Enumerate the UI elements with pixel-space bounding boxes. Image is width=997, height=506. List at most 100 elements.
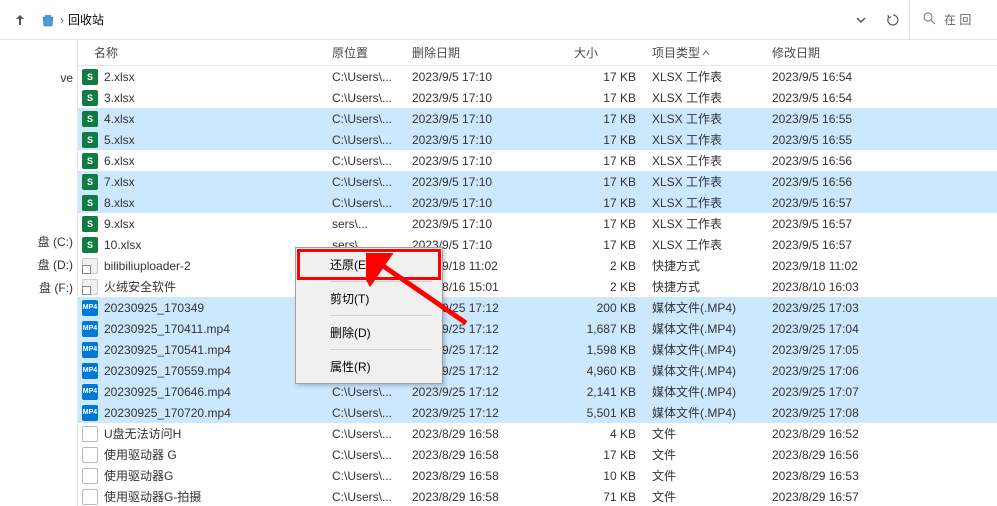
file-row[interactable]: S2.xlsxC:\Users\...2023/9/5 17:1017 KBXL… xyxy=(78,66,997,87)
xlsx-icon: S xyxy=(82,111,98,127)
file-orig: C:\Users\... xyxy=(324,196,404,210)
file-size: 4 KB xyxy=(566,427,644,441)
file-row[interactable]: S6.xlsxC:\Users\...2023/9/5 17:1017 KBXL… xyxy=(78,150,997,171)
xlsx-icon: S xyxy=(82,216,98,232)
column-headers: 名称 原位置 删除日期 大小 项目类型 修改日期 xyxy=(78,40,997,66)
menu-separator xyxy=(330,315,432,316)
file-row[interactable]: MP420230925_170541.mp4C:\Users\...2023/9… xyxy=(78,339,997,360)
xlsx-icon: S xyxy=(82,132,98,148)
mp4-icon: MP4 xyxy=(82,384,98,400)
file-row[interactable]: S9.xlsxsers\...2023/9/5 17:1017 KBXLSX 工… xyxy=(78,213,997,234)
file-modified: 2023/9/25 17:03 xyxy=(764,301,884,315)
file-row[interactable]: S5.xlsxC:\Users\...2023/9/5 17:1017 KBXL… xyxy=(78,129,997,150)
menu-separator xyxy=(330,349,432,350)
search-box[interactable]: 在 回 xyxy=(909,0,989,39)
file-name: 20230925_170349 xyxy=(104,301,204,315)
sidebar-item-drive-c[interactable]: 盘 (C:) xyxy=(0,230,77,253)
file-row[interactable]: 使用驱动器 GC:\Users\...2023/8/29 16:5817 KB文… xyxy=(78,444,997,465)
file-size: 4,960 KB xyxy=(566,364,644,378)
xlsx-icon: S xyxy=(82,153,98,169)
file-row[interactable]: S10.xlsxsers\...2023/9/5 17:1017 KBXLSX … xyxy=(78,234,997,255)
file-modified: 2023/9/18 11:02 xyxy=(764,259,884,273)
ctx-properties[interactable]: 属性(R) xyxy=(298,352,440,381)
lnk-icon xyxy=(82,279,98,295)
ctx-delete[interactable]: 删除(D) xyxy=(298,318,440,347)
header-name[interactable]: 名称 xyxy=(78,44,324,61)
header-original-location[interactable]: 原位置 xyxy=(324,44,404,61)
file-modified: 2023/9/5 16:55 xyxy=(764,112,884,126)
file-deleted: 2023/8/29 16:58 xyxy=(404,448,566,462)
context-menu: 还原(E) 剪切(T) 删除(D) 属性(R) xyxy=(295,247,443,384)
file-size: 5,501 KB xyxy=(566,406,644,420)
file-size: 1,598 KB xyxy=(566,343,644,357)
file-name: 20230925_170411.mp4 xyxy=(104,322,230,336)
file-name: 10.xlsx xyxy=(104,238,141,252)
file-row[interactable]: 火绒安全软件sers\...2023/8/16 15:012 KB快捷方式202… xyxy=(78,276,997,297)
file-name: 20230925_170541.mp4 xyxy=(104,343,231,357)
file-size: 17 KB xyxy=(566,70,644,84)
file-type: 快捷方式 xyxy=(644,278,764,295)
refresh-button[interactable] xyxy=(881,8,905,32)
file-row[interactable]: MP420230925_170559.mp4C:\Users\...2023/9… xyxy=(78,360,997,381)
file-name: 20230925_170720.mp4 xyxy=(104,406,231,420)
chevron-down-icon[interactable] xyxy=(849,8,873,32)
file-row[interactable]: MP420230925_170349sers\...2023/9/25 17:1… xyxy=(78,297,997,318)
file-size: 17 KB xyxy=(566,154,644,168)
lnk-icon xyxy=(82,258,98,274)
header-deleted-date[interactable]: 删除日期 xyxy=(404,44,566,61)
sidebar-item-drive-d[interactable]: 盘 (D:) xyxy=(0,253,77,276)
file-row[interactable]: U盘无法访问HC:\Users\...2023/8/29 16:584 KB文件… xyxy=(78,423,997,444)
file-name: 使用驱动器G-拍摄 xyxy=(104,488,201,505)
file-row[interactable]: S3.xlsxC:\Users\...2023/9/5 17:1017 KBXL… xyxy=(78,87,997,108)
file-type: 媒体文件(.MP4) xyxy=(644,383,764,400)
file-row[interactable]: S8.xlsxC:\Users\...2023/9/5 17:1017 KBXL… xyxy=(78,192,997,213)
file-row[interactable]: S4.xlsxC:\Users\...2023/9/5 17:1017 KBXL… xyxy=(78,108,997,129)
file-name: 使用驱动器 G xyxy=(104,446,177,463)
file-type: XLSX 工作表 xyxy=(644,131,764,148)
header-type[interactable]: 项目类型 xyxy=(644,44,764,61)
file-type: XLSX 工作表 xyxy=(644,173,764,190)
file-row[interactable]: bilibiliuploader-2ogra...2023/9/18 11:02… xyxy=(78,255,997,276)
file-size: 2,141 KB xyxy=(566,385,644,399)
file-orig: C:\Users\... xyxy=(324,175,404,189)
breadcrumb-location[interactable]: 回收站 xyxy=(68,11,104,28)
file-row[interactable]: MP420230925_170720.mp4C:\Users\...2023/9… xyxy=(78,402,997,423)
file-modified: 2023/9/5 16:56 xyxy=(764,175,884,189)
sidebar-item[interactable]: ve xyxy=(0,68,77,88)
file-size: 17 KB xyxy=(566,448,644,462)
file-modified: 2023/8/10 16:03 xyxy=(764,280,884,294)
mp4-icon: MP4 xyxy=(82,300,98,316)
nav-up-button[interactable] xyxy=(8,8,32,32)
file-name: U盘无法访问H xyxy=(104,425,181,442)
header-modified-date[interactable]: 修改日期 xyxy=(764,44,884,61)
file-name: bilibiliuploader-2 xyxy=(104,259,191,273)
file-deleted: 2023/9/5 17:10 xyxy=(404,217,566,231)
file-row[interactable]: 使用驱动器G-拍摄C:\Users\...2023/8/29 16:5871 K… xyxy=(78,486,997,506)
ctx-restore[interactable]: 还原(E) xyxy=(298,250,440,279)
file-size: 17 KB xyxy=(566,217,644,231)
file-name: 9.xlsx xyxy=(104,217,135,231)
file-type: XLSX 工作表 xyxy=(644,68,764,85)
sidebar-item-drive-f[interactable]: 盘 (F:) xyxy=(0,276,77,299)
file-row[interactable]: S7.xlsxC:\Users\...2023/9/5 17:1017 KBXL… xyxy=(78,171,997,192)
address-bar[interactable]: › 回收站 xyxy=(36,11,845,28)
file-modified: 2023/9/5 16:57 xyxy=(764,196,884,210)
ctx-cut[interactable]: 剪切(T) xyxy=(298,284,440,313)
file-orig: C:\Users\... xyxy=(324,469,404,483)
file-size: 17 KB xyxy=(566,238,644,252)
file-orig: C:\Users\... xyxy=(324,154,404,168)
file-row[interactable]: MP420230925_170646.mp4C:\Users\...2023/9… xyxy=(78,381,997,402)
file-orig: C:\Users\... xyxy=(324,448,404,462)
file-deleted: 2023/9/5 17:10 xyxy=(404,91,566,105)
file-row[interactable]: 使用驱动器GC:\Users\...2023/8/29 16:5810 KB文件… xyxy=(78,465,997,486)
file-orig: C:\Users\... xyxy=(324,70,404,84)
header-size[interactable]: 大小 xyxy=(566,44,644,61)
file-list-panel: 名称 原位置 删除日期 大小 项目类型 修改日期 S2.xlsxC:\Users… xyxy=(78,40,997,506)
recycle-bin-icon xyxy=(40,12,56,28)
header-type-label: 项目类型 xyxy=(652,44,700,61)
file-row[interactable]: MP420230925_170411.mp4C:\Users\...2023/9… xyxy=(78,318,997,339)
file-deleted: 2023/9/5 17:10 xyxy=(404,70,566,84)
file-orig: C:\Users\... xyxy=(324,91,404,105)
file-name: 使用驱动器G xyxy=(104,467,173,484)
file-type: XLSX 工作表 xyxy=(644,152,764,169)
